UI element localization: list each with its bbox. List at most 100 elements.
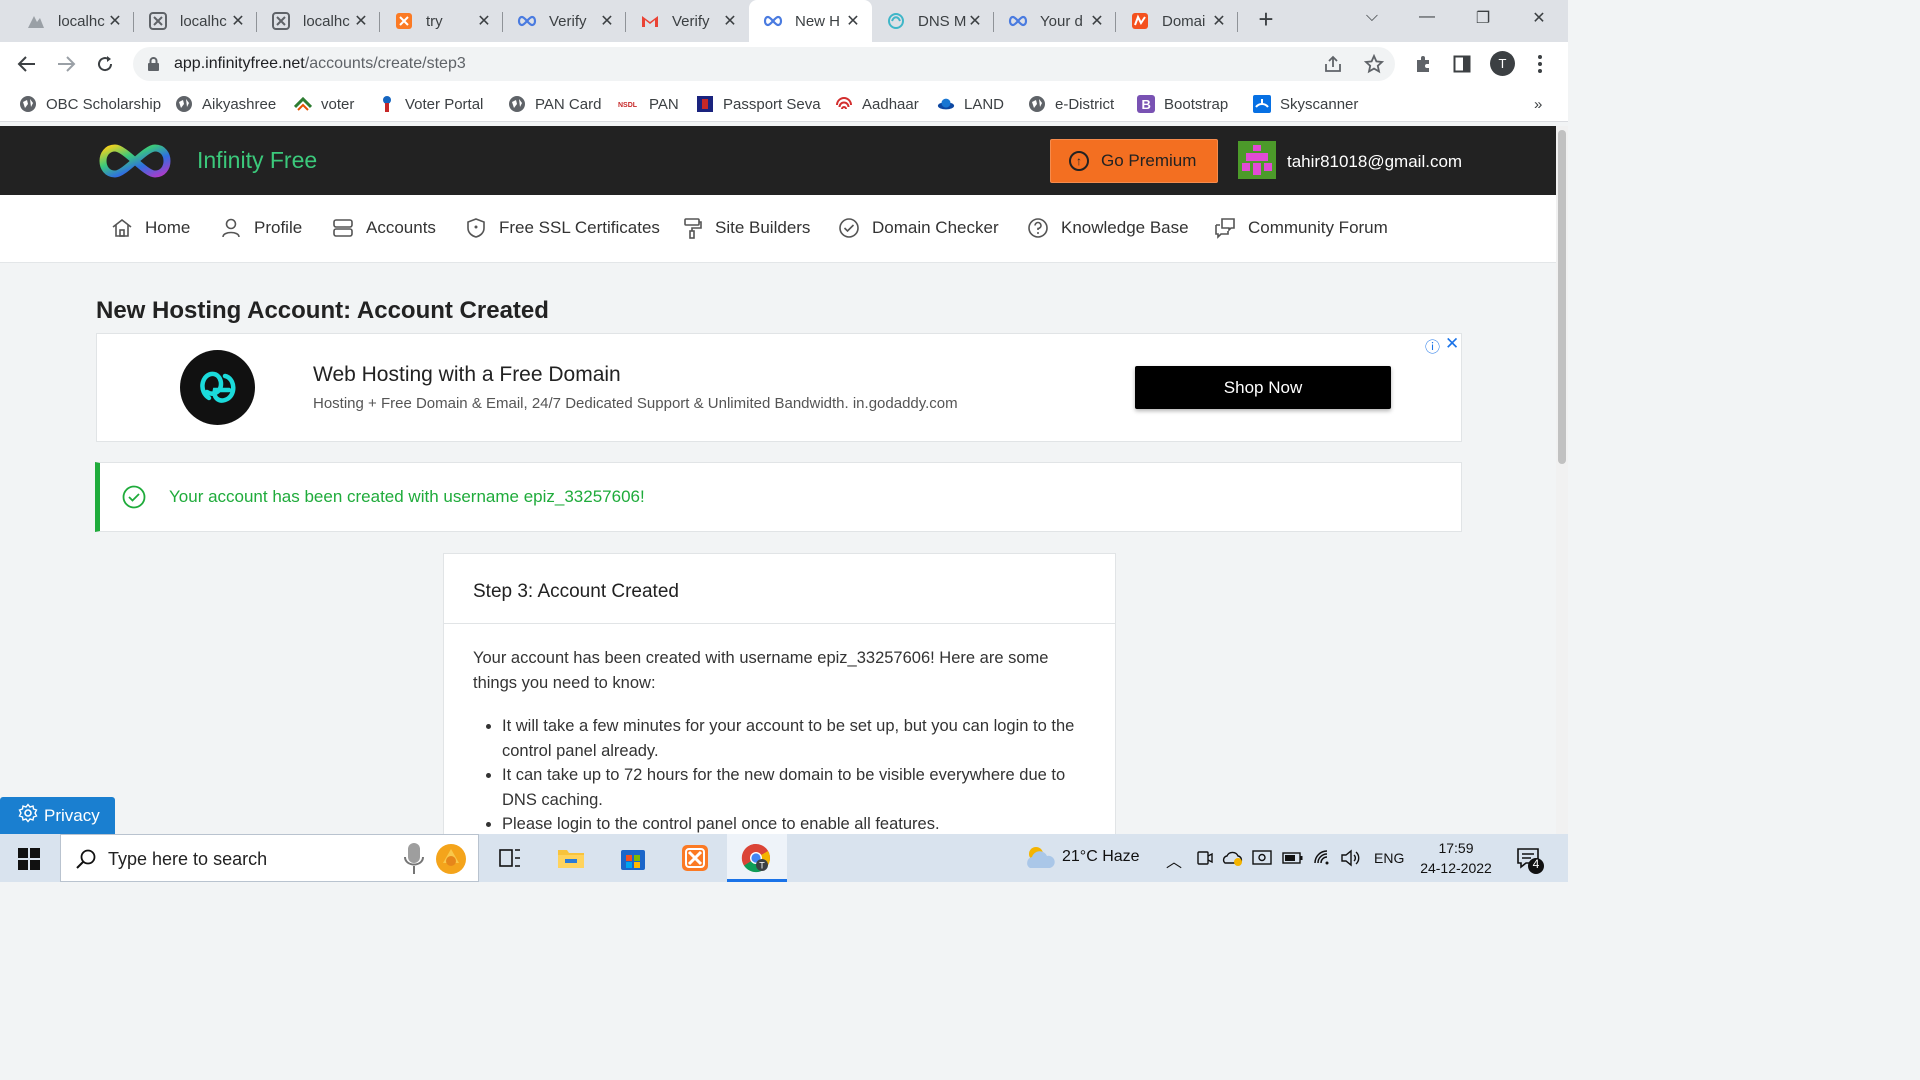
scrollbar-thumb[interactable]	[1558, 130, 1566, 464]
browser-tab[interactable]: Verify ✕	[503, 0, 626, 42]
nav-knowledge-base[interactable]: Knowledge Base	[1027, 217, 1189, 239]
file-explorer-icon[interactable]	[555, 842, 587, 874]
tab-close-icon[interactable]: ✕	[966, 11, 984, 31]
volume-icon[interactable]	[1340, 849, 1360, 872]
nav-accounts[interactable]: Accounts	[332, 217, 436, 239]
xampp-taskbar-icon[interactable]	[679, 842, 711, 874]
onedrive-icon[interactable]	[1222, 849, 1244, 872]
page-scrollbar[interactable]	[1556, 126, 1568, 834]
nav-community-forum[interactable]: Community Forum	[1214, 217, 1388, 239]
infinity-icon	[517, 11, 537, 31]
tab-close-icon[interactable]: ✕	[598, 11, 616, 31]
godaddy-logo-icon[interactable]	[180, 350, 255, 425]
search-highlight-icon[interactable]	[433, 841, 469, 882]
back-icon[interactable]	[15, 52, 39, 76]
input-language[interactable]: ENG	[1374, 850, 1404, 866]
nav-site-builders[interactable]: Site Builders	[681, 217, 810, 239]
ad-banner[interactable]: Web Hosting with a Free Domain Hosting +…	[96, 333, 1462, 442]
alert-text: Your account has been created with usern…	[169, 487, 645, 506]
browser-tab[interactable]: Domai ✕	[1116, 0, 1238, 42]
bookmark-item[interactable]: e-District	[1028, 93, 1114, 115]
bookmark-item[interactable]: OBC Scholarship	[19, 93, 161, 115]
share-icon[interactable]	[1323, 54, 1343, 79]
avatar[interactable]	[1238, 141, 1276, 179]
tab-close-icon[interactable]: ✕	[106, 11, 124, 31]
tab-label: Domai	[1162, 12, 1206, 30]
bookmark-item[interactable]: Aadhaar	[835, 93, 919, 115]
ad-title[interactable]: Web Hosting with a Free Domain	[313, 363, 621, 387]
task-view-icon[interactable]	[494, 842, 526, 874]
reload-icon[interactable]	[93, 52, 117, 76]
bookmark-item[interactable]: B Bootstrap	[1137, 93, 1228, 115]
profile-avatar[interactable]: T	[1490, 51, 1515, 76]
nav-profile[interactable]: Profile	[220, 217, 302, 239]
tab-close-icon[interactable]: ✕	[352, 11, 370, 31]
bookmark-item[interactable]: PAN Card	[508, 93, 601, 115]
ad-info-icon[interactable]: ⓘ	[1425, 336, 1440, 357]
browser-tab[interactable]: try ✕	[380, 0, 503, 42]
privacy-button[interactable]: Privacy	[0, 797, 115, 834]
close-window-icon[interactable]: ✕	[1527, 8, 1551, 28]
weather-text[interactable]: 21°C Haze	[1062, 848, 1140, 866]
wifi-icon[interactable]	[1313, 849, 1333, 872]
check-circle-icon	[122, 485, 146, 509]
infinityfree-logo-icon[interactable]	[95, 140, 175, 187]
battery-icon[interactable]	[1282, 851, 1304, 869]
weather-cloud-icon[interactable]	[1022, 844, 1056, 877]
taskbar-search-input[interactable]: Type here to search	[60, 834, 479, 882]
tab-close-icon[interactable]: ✕	[844, 11, 862, 31]
security-icon[interactable]	[1252, 849, 1272, 872]
browser-tab[interactable]: localhc ✕	[12, 0, 134, 42]
bookmark-item[interactable]: Aikyashree	[175, 93, 276, 115]
nav-free-ssl[interactable]: Free SSL Certificates	[465, 217, 660, 239]
microsoft-store-icon[interactable]	[617, 842, 649, 874]
chrome-menu-icon[interactable]	[1528, 52, 1552, 76]
browser-tab-active[interactable]: New H ✕	[749, 0, 872, 42]
notification-icon[interactable]: 4	[1516, 846, 1546, 881]
bookmark-item[interactable]: LAND	[937, 93, 1004, 115]
bookmark-item[interactable]: voter	[294, 93, 354, 115]
tab-close-icon[interactable]: ✕	[1210, 11, 1228, 31]
tab-search-icon[interactable]: ⌵	[1360, 8, 1384, 26]
new-tab-button[interactable]: +	[1252, 6, 1280, 34]
tab-close-icon[interactable]: ✕	[1088, 11, 1106, 31]
brand-name[interactable]: Infinity Free	[197, 147, 317, 174]
address-bar[interactable]: app.infinityfree.net/accounts/create/ste…	[133, 47, 1395, 81]
bookmarks-overflow-button[interactable]: »	[1534, 93, 1542, 115]
browser-tab[interactable]: Your d ✕	[994, 0, 1116, 42]
bookmark-item[interactable]: Voter Portal	[378, 93, 483, 115]
side-panel-icon[interactable]	[1450, 52, 1474, 76]
bookmark-star-icon[interactable]	[1363, 53, 1385, 79]
browser-tab[interactable]: Verify ✕	[626, 0, 749, 42]
microphone-icon[interactable]	[401, 841, 427, 882]
bookmark-item[interactable]: Passport Seva	[696, 93, 821, 115]
restore-icon[interactable]: ❐	[1471, 8, 1495, 28]
browser-tab[interactable]: localhc ✕	[134, 0, 257, 42]
bootstrap-icon: B	[1137, 95, 1155, 113]
chrome-taskbar-button[interactable]: T	[727, 834, 787, 882]
xampp-icon	[148, 11, 168, 31]
system-clock[interactable]: 17:59 24-12-2022	[1418, 838, 1494, 878]
forward-icon[interactable]	[54, 52, 78, 76]
shop-now-button[interactable]: Shop Now	[1135, 366, 1391, 409]
bookmark-item[interactable]: NSDL PAN	[618, 93, 679, 115]
ad-close-icon[interactable]: ✕	[1445, 334, 1459, 354]
chevron-up-icon[interactable]: ︿	[1166, 848, 1182, 872]
notification-count: 4	[1532, 857, 1540, 871]
nav-domain-checker[interactable]: Domain Checker	[838, 217, 999, 239]
windows-start-icon[interactable]	[18, 848, 40, 875]
go-premium-button[interactable]: ↑ Go Premium	[1050, 139, 1218, 183]
minimize-icon[interactable]: —	[1415, 8, 1439, 26]
browser-tab[interactable]: DNS M ✕	[872, 0, 994, 42]
tab-close-icon[interactable]: ✕	[475, 11, 493, 31]
bookmark-item[interactable]: Skyscanner	[1253, 93, 1358, 115]
tab-close-icon[interactable]: ✕	[721, 11, 739, 31]
extensions-icon[interactable]	[1411, 52, 1435, 76]
meet-now-icon[interactable]	[1196, 849, 1214, 872]
ad-subtitle[interactable]: Hosting + Free Domain & Email, 24/7 Dedi…	[313, 395, 958, 412]
nav-home[interactable]: Home	[111, 217, 190, 239]
tab-close-icon[interactable]: ✕	[229, 11, 247, 31]
browser-tab[interactable]: localhc ✕	[257, 0, 380, 42]
user-email[interactable]: tahir81018@gmail.com	[1287, 152, 1462, 172]
svg-text:B: B	[1142, 97, 1151, 112]
